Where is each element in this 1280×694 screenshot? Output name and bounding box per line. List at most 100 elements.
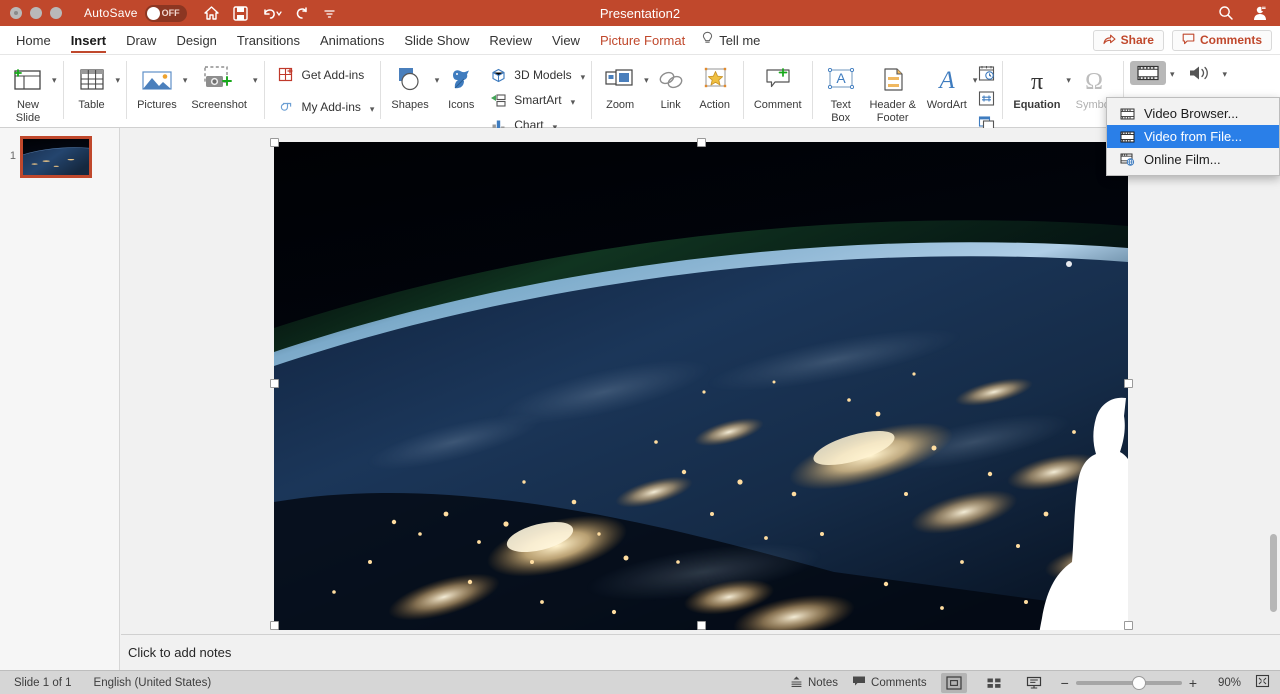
equation-button[interactable]: π Equation: [1009, 59, 1064, 111]
tab-home[interactable]: Home: [6, 26, 61, 55]
audio-chevron-down-icon[interactable]: ▾: [1222, 69, 1227, 80]
zoom-slider-knob[interactable]: [1131, 675, 1146, 690]
search-icon[interactable]: [1218, 5, 1234, 21]
3d-models-chevron-down-icon[interactable]: ▾: [581, 72, 586, 83]
shapes-button[interactable]: Shapes: [387, 59, 432, 111]
new-slide-chevron-down-icon[interactable]: ▾: [52, 75, 57, 86]
my-addins-chevron-down-icon[interactable]: ▾: [370, 104, 375, 115]
tab-insert[interactable]: Insert: [61, 26, 116, 55]
screenshot-button[interactable]: Screenshot: [187, 59, 251, 111]
menu-item-online-film[interactable]: Online Film...: [1107, 148, 1279, 171]
zoom-icon: [603, 62, 637, 98]
reading-view-button[interactable]: [1021, 673, 1047, 693]
slide-number-icon[interactable]: [977, 90, 996, 112]
shapes-label: Shapes: [391, 99, 429, 111]
3d-models-icon: [489, 68, 507, 83]
smartart-chevron-down-icon[interactable]: ▾: [571, 97, 576, 108]
text-box-icon: A: [824, 62, 858, 98]
slide-area-scrollbar[interactable]: [1270, 134, 1277, 614]
video-button[interactable]: [1129, 61, 1166, 85]
slide-canvas[interactable]: [274, 142, 1128, 630]
selection-handle-bottom-left[interactable]: [270, 621, 279, 630]
link-button[interactable]: Link: [649, 59, 693, 111]
tab-slide-show[interactable]: Slide Show: [394, 26, 479, 55]
tab-animations[interactable]: Animations: [310, 26, 394, 55]
screenshot-chevron-down-icon[interactable]: ▾: [253, 75, 258, 86]
zoom-out-button[interactable]: −: [1061, 675, 1069, 691]
notes-pane[interactable]: Click to add notes: [121, 634, 1280, 670]
selection-handle-top-left[interactable]: [270, 138, 279, 147]
tab-picture-format[interactable]: Picture Format: [590, 26, 695, 55]
customize-toolbar-icon[interactable]: [323, 7, 336, 20]
new-slide-button[interactable]: New Slide: [6, 59, 50, 124]
tell-me-box[interactable]: Tell me: [695, 31, 760, 49]
close-window-button[interactable]: [10, 7, 22, 19]
menu-item-label: Video from File...: [1144, 129, 1243, 144]
zoom-in-button[interactable]: +: [1189, 675, 1197, 691]
pictures-icon: [140, 62, 174, 98]
audio-button[interactable]: [1182, 61, 1218, 85]
redo-icon[interactable]: [295, 6, 310, 21]
3d-models-button[interactable]: 3D Models ▾: [489, 65, 585, 85]
fit-to-window-button[interactable]: [1255, 674, 1270, 691]
zoom-slider-track[interactable]: [1075, 675, 1182, 690]
share-button[interactable]: Share: [1092, 29, 1164, 51]
svg-text:A: A: [836, 70, 846, 86]
table-chevron-down-icon[interactable]: ▾: [116, 75, 121, 86]
pictures-button[interactable]: Pictures: [133, 59, 181, 111]
normal-view-button[interactable]: [940, 672, 967, 693]
wordart-button[interactable]: A WordArt: [923, 59, 971, 111]
tab-review[interactable]: Review: [479, 26, 542, 55]
zoom-button[interactable]: Zoom: [598, 59, 642, 111]
comments-button[interactable]: Comments: [1171, 29, 1272, 51]
table-button[interactable]: Table: [70, 59, 114, 111]
ribbon-group-table: Table ▾: [64, 55, 127, 128]
slide-editing-area[interactable]: [121, 128, 1280, 634]
insert-comment-button[interactable]: Comment: [750, 59, 806, 111]
selection-handle-middle-right[interactable]: [1124, 379, 1133, 388]
slide-thumbnail-1[interactable]: [20, 136, 92, 178]
save-icon[interactable]: [232, 5, 248, 21]
window-controls[interactable]: [10, 7, 62, 19]
selection-handle-middle-left[interactable]: [270, 379, 279, 388]
header-footer-button[interactable]: Header & Footer: [863, 59, 923, 124]
selection-handle-bottom-right[interactable]: [1124, 621, 1133, 630]
slide-thumbnail-pane[interactable]: 1: [0, 128, 120, 670]
zoom-percentage[interactable]: 90%: [1211, 677, 1241, 689]
scrollbar-thumb[interactable]: [1270, 534, 1277, 612]
menu-item-video-browser[interactable]: Video Browser...: [1107, 102, 1279, 125]
tab-transitions[interactable]: Transitions: [227, 26, 310, 55]
menu-item-video-from-file[interactable]: Video from File...: [1107, 125, 1279, 148]
tab-view[interactable]: View: [542, 26, 590, 55]
workspace: 1 Click to add notes: [0, 128, 1280, 670]
smartart-button[interactable]: SmartArt ▾: [489, 90, 585, 110]
text-box-button[interactable]: A Text Box: [819, 59, 863, 124]
tab-design[interactable]: Design: [166, 26, 226, 55]
thumbnail-row[interactable]: 1: [0, 128, 119, 178]
language-indicator[interactable]: English (United States): [94, 677, 212, 689]
maximize-window-button[interactable]: [50, 7, 62, 19]
account-icon[interactable]: [1252, 5, 1268, 21]
selection-handle-bottom-center[interactable]: [697, 621, 706, 630]
icons-button[interactable]: Icons: [439, 59, 483, 111]
ribbon-group-symbols: π Equation ▾ Ω Symbol: [1003, 55, 1123, 128]
video-chevron-down-icon[interactable]: ▾: [1170, 69, 1175, 80]
undo-icon[interactable]: [261, 6, 282, 21]
get-addins-button[interactable]: Get Add-ins: [277, 65, 375, 85]
minimize-window-button[interactable]: [30, 7, 42, 19]
notes-placeholder[interactable]: Click to add notes: [128, 645, 231, 660]
notes-toggle-button[interactable]: Notes: [790, 675, 838, 691]
slide-sorter-view-button[interactable]: [981, 673, 1007, 693]
home-icon[interactable]: [203, 5, 220, 21]
zoom-slider[interactable]: − +: [1061, 675, 1197, 691]
action-button[interactable]: Action: [693, 59, 737, 111]
slide-picture[interactable]: [274, 142, 1128, 630]
autosave-control[interactable]: AutoSave OFF: [84, 4, 187, 22]
slide-counter[interactable]: Slide 1 of 1: [14, 677, 72, 689]
date-time-icon[interactable]: [977, 65, 996, 87]
my-addins-button[interactable]: My Add-ins ▾: [277, 97, 375, 117]
tab-draw[interactable]: Draw: [116, 26, 166, 55]
comments-toggle-button[interactable]: Comments: [852, 675, 927, 690]
selection-handle-top-center[interactable]: [697, 138, 706, 147]
autosave-toggle[interactable]: OFF: [144, 4, 187, 22]
